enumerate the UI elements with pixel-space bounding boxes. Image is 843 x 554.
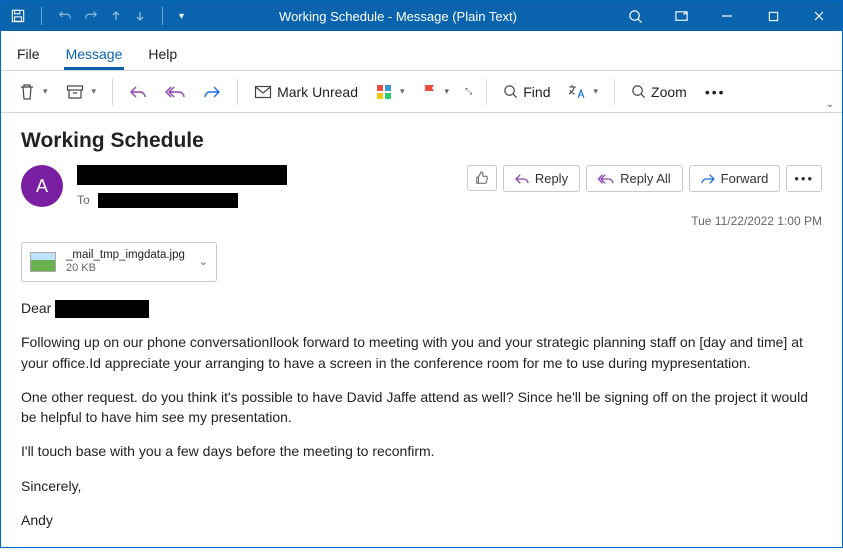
- greeting-name-redacted: [55, 300, 149, 318]
- reply-all-label: Reply All: [620, 171, 671, 186]
- search-icon[interactable]: [612, 1, 658, 31]
- down-icon[interactable]: [134, 10, 146, 22]
- sender-name: Andy: [21, 510, 822, 530]
- attachment-size: 20 KB: [66, 262, 189, 276]
- delete-button[interactable]: ▾: [13, 79, 54, 105]
- reply-all-icon-button[interactable]: [159, 80, 191, 104]
- forward-label: Forward: [721, 171, 769, 186]
- signoff: Sincerely,: [21, 476, 822, 496]
- more-commands-button[interactable]: •••: [699, 80, 732, 104]
- to-label: To: [77, 193, 90, 207]
- mark-unread-label: Mark Unread: [277, 84, 358, 100]
- ribbon: ▾ ▾ Mark Unread ▾ ▾ ⤡ Find ▾ Zoom ••• ⌄: [1, 71, 842, 113]
- flag-button[interactable]: ▾: [417, 80, 456, 104]
- reply-all-button[interactable]: Reply All: [586, 165, 683, 192]
- from-redacted: [77, 165, 287, 185]
- dialog-launcher-icon[interactable]: ⤡: [461, 84, 476, 99]
- zoom-button[interactable]: Zoom: [625, 80, 693, 104]
- ribbon-display-icon[interactable]: [658, 1, 704, 31]
- to-redacted: [98, 193, 238, 208]
- mark-unread-button[interactable]: Mark Unread: [248, 80, 364, 104]
- more-actions-button[interactable]: •••: [786, 165, 822, 192]
- body-p3: I'll touch base with you a few days befo…: [21, 441, 822, 461]
- find-button[interactable]: Find: [497, 80, 556, 104]
- email-subject: Working Schedule: [1, 113, 842, 159]
- menu-help[interactable]: Help: [146, 40, 179, 70]
- email-header: A To Reply Reply All Forward •••: [1, 159, 842, 208]
- reply-icon-button[interactable]: [123, 80, 153, 104]
- avatar: A: [21, 165, 63, 207]
- reply-label: Reply: [535, 171, 568, 186]
- maximize-button[interactable]: [750, 1, 796, 31]
- zoom-label: Zoom: [651, 84, 687, 100]
- forward-button[interactable]: Forward: [689, 165, 781, 192]
- email-datetime: Tue 11/22/2022 1:00 PM: [1, 208, 842, 228]
- translate-button[interactable]: ▾: [562, 80, 604, 104]
- body-p1: Following up on our phone conversationIl…: [21, 332, 822, 373]
- window-title: Working Schedule - Message (Plain Text): [184, 9, 612, 24]
- reply-button[interactable]: Reply: [503, 165, 580, 192]
- menu-file[interactable]: File: [15, 40, 42, 70]
- categorize-button[interactable]: ▾: [370, 80, 411, 104]
- like-button[interactable]: [467, 165, 497, 191]
- close-button[interactable]: [796, 1, 842, 31]
- attachment-name: _mail_tmp_imgdata.jpg: [66, 248, 189, 262]
- title-bar: ▾ Working Schedule - Message (Plain Text…: [1, 1, 842, 31]
- menu-message[interactable]: Message: [64, 40, 125, 70]
- up-icon[interactable]: [110, 10, 122, 22]
- menubar: File Message Help: [1, 31, 842, 71]
- email-body: Dear Following up on our phone conversat…: [1, 288, 842, 554]
- attachment-chevron-icon[interactable]: ⌄: [199, 255, 208, 268]
- ribbon-expand-icon[interactable]: ⌄: [826, 99, 834, 110]
- attachment-thumbnail-icon: [30, 252, 56, 272]
- save-icon[interactable]: [11, 9, 25, 23]
- greeting: Dear: [21, 300, 51, 316]
- minimize-button[interactable]: [704, 1, 750, 31]
- redo-icon[interactable]: [84, 9, 98, 23]
- forward-icon-button[interactable]: [197, 80, 227, 104]
- body-p2: One other request. do you think it's pos…: [21, 387, 822, 428]
- find-label: Find: [523, 84, 550, 100]
- attachment[interactable]: _mail_tmp_imgdata.jpg 20 KB ⌄: [21, 242, 217, 282]
- archive-button[interactable]: ▾: [60, 80, 103, 104]
- undo-icon[interactable]: [58, 9, 72, 23]
